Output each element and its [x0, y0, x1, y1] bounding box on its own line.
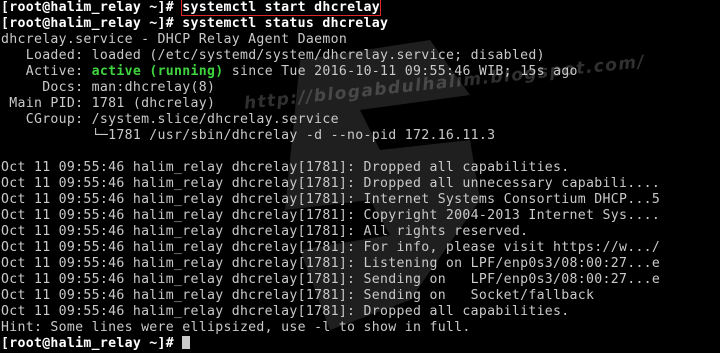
cgroup-line: CGroup: /system.slice/dhcrelay.service	[1, 112, 339, 127]
loaded-label: Loaded:	[1, 48, 84, 63]
text-cursor	[182, 336, 191, 349]
log-line: Oct 11 09:55:46 halim_relay dhcrelay[178…	[1, 160, 570, 175]
docs-line: Docs: man:dhcrelay(8)	[1, 80, 216, 95]
log-line: Oct 11 09:55:46 halim_relay dhcrelay[178…	[1, 192, 661, 207]
log-line: Oct 11 09:55:46 halim_relay dhcrelay[178…	[1, 288, 595, 303]
prompt: [root@halim_relay ~]#	[1, 0, 183, 15]
unit-line: dhcrelay.service - DHCP Relay Agent Daem…	[1, 32, 348, 47]
command-status: systemctl status dhcrelay	[182, 16, 389, 31]
command-start-highlighted: systemctl start dhcrelay	[181, 0, 382, 16]
log-line: Oct 11 09:55:46 halim_relay dhcrelay[178…	[1, 208, 661, 223]
active-line: Active: active (running) since Tue 2016-…	[1, 64, 720, 80]
loaded-line: Loaded: loaded (/etc/systemd/system/dhcr…	[1, 48, 720, 64]
prompt: [root@halim_relay ~]#	[1, 336, 183, 351]
active-state: active (running)	[91, 64, 224, 79]
prompt-line-start: [root@halim_relay ~]# systemctl start dh…	[1, 0, 720, 16]
log-line: Oct 11 09:55:46 halim_relay dhcrelay[178…	[1, 224, 529, 239]
prompt-line-current[interactable]: [root@halim_relay ~]#	[1, 336, 720, 352]
log-line: Oct 11 09:55:46 halim_relay dhcrelay[178…	[1, 272, 661, 287]
log-line: Oct 11 09:55:46 halim_relay dhcrelay[178…	[1, 176, 661, 191]
active-label: Active:	[1, 64, 84, 79]
log-line: Oct 11 09:55:46 halim_relay dhcrelay[178…	[1, 256, 661, 271]
log-line: Oct 11 09:55:46 halim_relay dhcrelay[178…	[1, 304, 570, 319]
prompt: [root@halim_relay ~]#	[1, 16, 183, 31]
prompt-line-status: [root@halim_relay ~]# systemctl status d…	[1, 16, 720, 32]
hint-line: Hint: Some lines were ellipsized, use -l…	[1, 320, 471, 335]
active-since: since Tue 2016-10-11 09:55:46 WIB; 15s a…	[223, 64, 578, 79]
log-line: Oct 11 09:55:46 halim_relay dhcrelay[178…	[1, 240, 661, 255]
loaded-value: loaded (/etc/systemd/system/dhcrelay.ser…	[83, 48, 545, 63]
mainpid-line: Main PID: 1781 (dhcrelay)	[1, 96, 216, 111]
terminal-window[interactable]: http://blogabdulhalim.blogspot.com/ [roo…	[0, 0, 720, 353]
cgroup-child-line: └─1781 /usr/sbin/dhcrelay -d --no-pid 17…	[1, 128, 496, 143]
